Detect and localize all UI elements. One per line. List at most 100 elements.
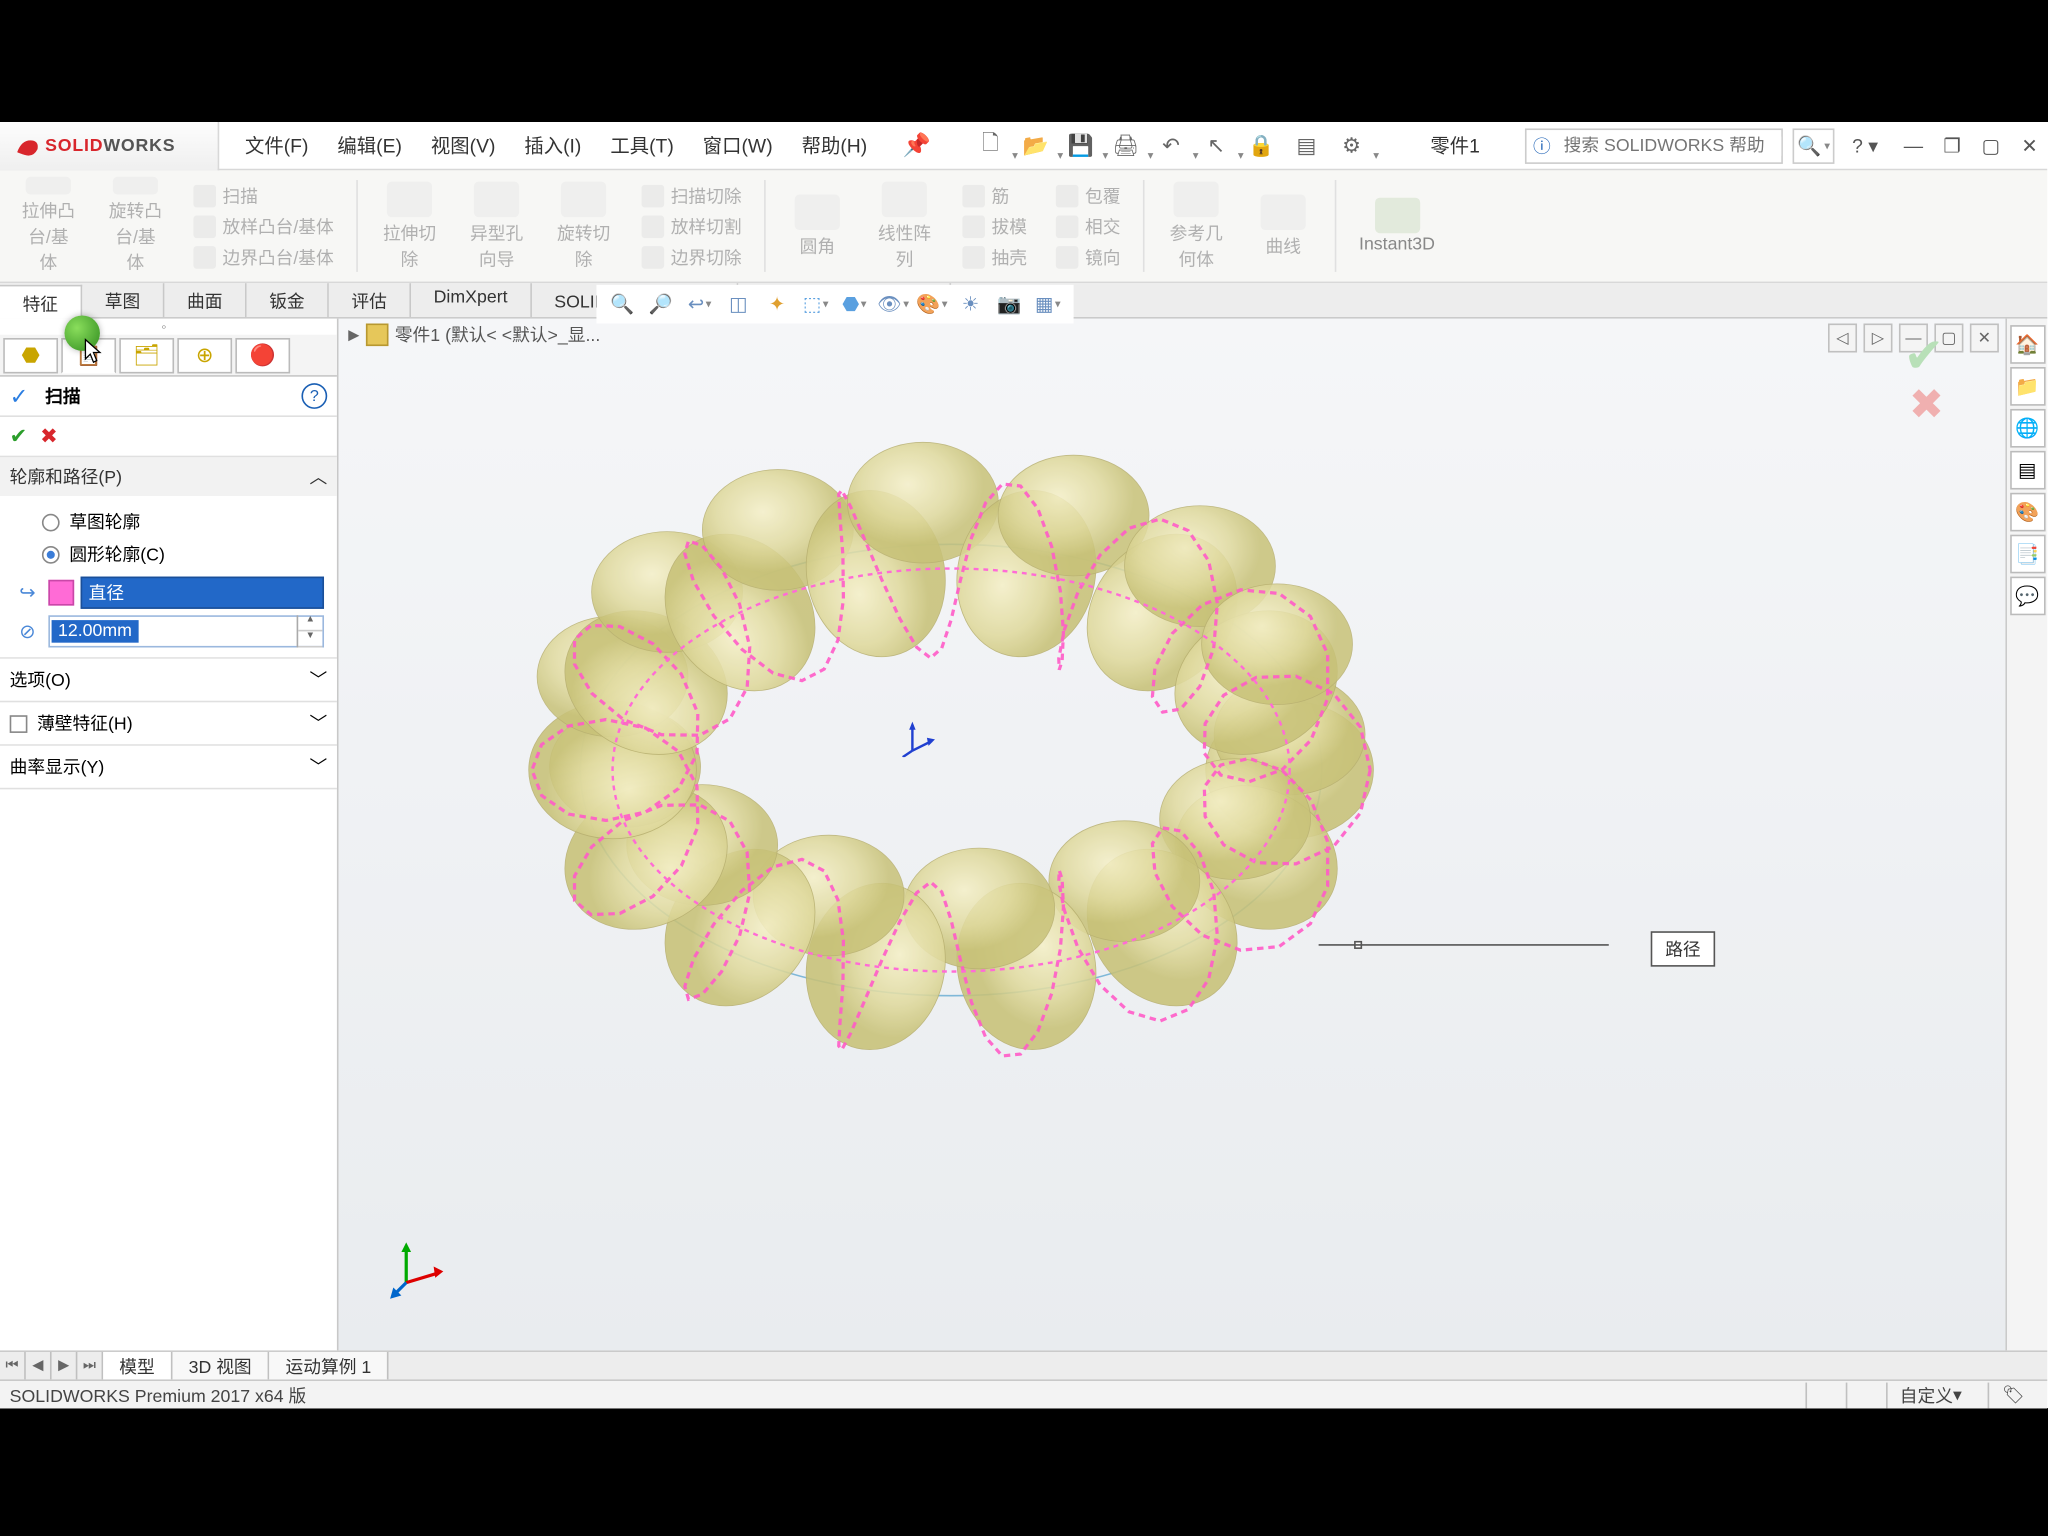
hide-show-icon[interactable]: 👁 <box>877 288 909 320</box>
open-button[interactable]: 📂 <box>1018 129 1053 161</box>
print-button[interactable]: 🖨 <box>1108 129 1143 161</box>
tab-sketch[interactable]: 草图 <box>82 283 164 317</box>
rb-extrude-cut[interactable]: 拉伸切除 <box>371 174 448 279</box>
rb-revolve-boss[interactable]: 旋转凸台/基体 <box>97 174 174 279</box>
menu-help[interactable]: 帮助(H) <box>789 125 880 165</box>
rb-revolve-cut[interactable]: 旋转切除 <box>545 174 622 279</box>
rb-linear-pattern[interactable]: 线性阵列 <box>866 174 943 279</box>
zoom-area-icon[interactable]: 🔎 <box>645 288 677 320</box>
status-tag-icon[interactable]: 🏷 <box>1988 1382 2038 1408</box>
3d-model-preview <box>403 319 1499 1222</box>
section-view-icon[interactable]: ◫ <box>722 288 754 320</box>
select-button[interactable]: ↖ <box>1198 129 1233 161</box>
mgr-tab-dimxpert[interactable]: ⊕ <box>177 338 232 373</box>
rb-fillet[interactable]: 圆角 <box>779 174 856 279</box>
tp-forum-icon[interactable]: 💬 <box>2009 577 2044 616</box>
rebuild-button[interactable]: 🔒 <box>1244 129 1279 161</box>
section-curvature[interactable]: 曲率显示(Y)﹀ <box>0 746 337 790</box>
close-button[interactable]: ✕ <box>2012 129 2047 161</box>
mgr-tab-feature[interactable]: ⬣ <box>3 338 58 373</box>
prev-view-icon[interactable]: ↩ <box>683 288 715 320</box>
search-button[interactable]: 🔍 <box>1793 128 1835 163</box>
radio-circular-profile[interactable]: 圆形轮廓(C) <box>13 538 324 570</box>
flyout-tree[interactable]: ▶ 零件1 (默认< <默认>_显... <box>348 322 600 348</box>
new-button[interactable]: 🗋 <box>973 129 1008 161</box>
expand-icon[interactable]: ▶ <box>348 326 359 344</box>
tp-explorer-icon[interactable]: 🌐 <box>2009 409 2044 448</box>
chevron-up-icon: ︿ <box>310 464 328 490</box>
bt-last-icon[interactable]: ⏭ <box>77 1352 103 1379</box>
dynamic-icon[interactable]: ✦ <box>761 288 793 320</box>
menu-edit[interactable]: 编辑(E) <box>325 125 415 165</box>
hud-prev-icon[interactable]: ◁ <box>1828 324 1857 353</box>
appearance-icon[interactable]: 🎨 <box>916 288 948 320</box>
menu-file[interactable]: 文件(F) <box>232 125 321 165</box>
bt-first-icon[interactable]: ⏮ <box>0 1352 26 1379</box>
rb-instant3d[interactable]: Instant3D <box>1349 174 1444 279</box>
confirm-check-icon[interactable]: ✔ <box>1904 328 1945 384</box>
tab-evaluate[interactable]: 评估 <box>329 283 411 317</box>
rb-sweep-group[interactable]: 扫描 放样凸台/基体 边界凸台/基体 <box>184 174 344 279</box>
tab-sheetmetal[interactable]: 钣金 <box>247 283 329 317</box>
btab-3dview[interactable]: 3D 视图 <box>172 1352 269 1379</box>
help-icon[interactable]: ? <box>301 383 327 409</box>
zoom-fit-icon[interactable]: 🔍 <box>606 288 638 320</box>
search-box[interactable]: ⓘ <box>1525 128 1783 163</box>
view-settings-icon[interactable]: ▦ <box>1032 288 1064 320</box>
diameter-input[interactable]: 12.00mm ▲▼ <box>48 615 324 647</box>
rb-wrap-group[interactable]: 包覆 相交 镜向 <box>1046 174 1130 279</box>
rb-ref-geom[interactable]: 参考几何体 <box>1158 174 1235 279</box>
maximize-button[interactable]: ▢ <box>1973 129 2008 161</box>
menu-window[interactable]: 窗口(W) <box>690 125 786 165</box>
view-orientation-icon[interactable]: ⬚ <box>800 288 832 320</box>
tp-appearances-icon[interactable]: 🎨 <box>2009 493 2044 532</box>
tp-view-palette-icon[interactable]: ▤ <box>2009 451 2044 490</box>
rb-rib-group[interactable]: 筋 拔模 抽壳 <box>953 174 1037 279</box>
display-style-icon[interactable]: ⬣ <box>838 288 870 320</box>
options-list-button[interactable]: ▤ <box>1289 129 1324 161</box>
diameter-spinner[interactable]: ▲▼ <box>297 615 323 647</box>
menu-tools[interactable]: 工具(T) <box>597 125 686 165</box>
bt-next-icon[interactable]: ▶ <box>52 1352 78 1379</box>
btab-model[interactable]: 模型 <box>103 1352 172 1379</box>
mgr-tab-config[interactable]: 🗂 <box>119 338 174 373</box>
mgr-tab-display[interactable]: 🔴 <box>235 338 290 373</box>
tp-properties-icon[interactable]: 📑 <box>2009 535 2044 574</box>
minimize-button[interactable]: — <box>1896 129 1931 161</box>
restore-button[interactable]: ❐ <box>1934 129 1969 161</box>
3d-viewport[interactable]: ▶ 零件1 (默认< <默认>_显... ◁ ▷ — ▢ ✕ ✔ ✖ <box>339 319 2006 1351</box>
tp-library-icon[interactable]: 📁 <box>2009 367 2044 406</box>
render-icon[interactable]: 📷 <box>993 288 1025 320</box>
tab-surface[interactable]: 曲面 <box>164 283 246 317</box>
confirm-x-icon[interactable]: ✖ <box>1909 380 1944 430</box>
undo-button[interactable]: ↶ <box>1153 129 1188 161</box>
pin-icon[interactable]: 📌 <box>893 132 940 159</box>
help-dropdown[interactable]: ? ▾ <box>1847 134 1882 157</box>
rb-sweep-cut-group[interactable]: 扫描切除 放样切割 边界切除 <box>632 174 751 279</box>
radio-sketch-profile[interactable]: 草图轮廓 <box>13 506 324 538</box>
menu-view[interactable]: 视图(V) <box>418 125 508 165</box>
settings-button[interactable]: ⚙ <box>1334 129 1369 161</box>
menu-insert[interactable]: 插入(I) <box>512 125 595 165</box>
section-profile-path[interactable]: 轮廓和路径(P)︿ <box>0 457 337 496</box>
tab-features[interactable]: 特征 <box>0 285 82 319</box>
scene-icon[interactable]: ☀ <box>954 288 986 320</box>
hud-close-icon[interactable]: ✕ <box>1970 324 1999 353</box>
ok-button[interactable]: ✔ <box>10 423 28 449</box>
btab-motion[interactable]: 运动算例 1 <box>269 1352 389 1379</box>
rb-curves[interactable]: 曲线 <box>1245 174 1322 279</box>
rb-extrude-boss[interactable]: 拉伸凸台/基体 <box>10 174 87 279</box>
cancel-button[interactable]: ✖ <box>40 423 58 449</box>
tab-dimxpert[interactable]: DimXpert <box>411 283 532 317</box>
hud-next-icon[interactable]: ▷ <box>1863 324 1892 353</box>
search-input[interactable] <box>1557 136 1781 155</box>
bt-prev-icon[interactable]: ◀ <box>26 1352 52 1379</box>
status-custom[interactable]: 自定义 ▾ <box>1885 1382 1975 1408</box>
rb-hole-wizard[interactable]: 异型孔向导 <box>458 174 535 279</box>
section-thin-feature[interactable]: 薄壁特征(H)﹀ <box>0 702 337 746</box>
tp-home-icon[interactable]: 🏠 <box>2009 325 2044 364</box>
section-options[interactable]: 选项(O)﹀ <box>0 659 337 703</box>
path-selection-input[interactable]: 直径 <box>81 577 324 609</box>
sweep-icon: ✓ <box>10 383 36 409</box>
save-button[interactable]: 💾 <box>1063 129 1098 161</box>
